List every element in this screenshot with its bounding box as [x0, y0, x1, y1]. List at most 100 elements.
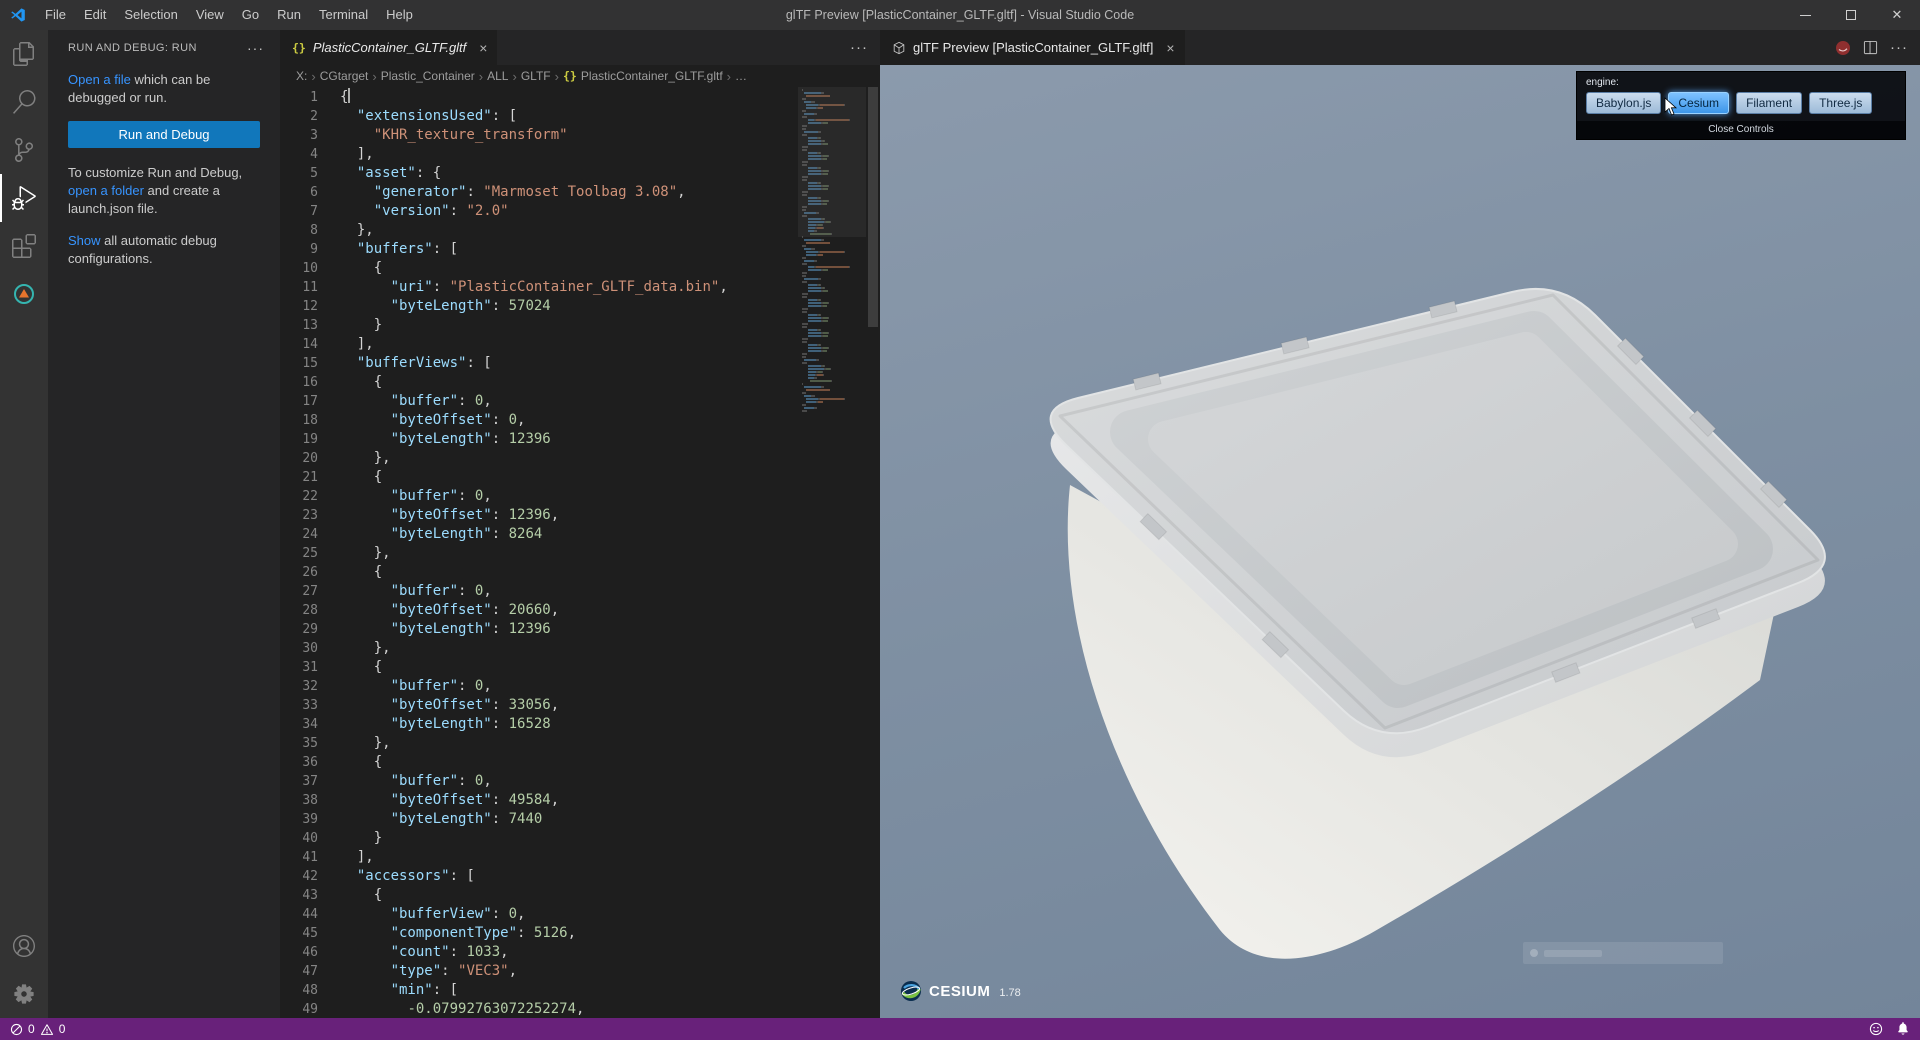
- code-line[interactable]: 34 "byteLength": 16528: [280, 715, 798, 734]
- close-preview-tab-icon[interactable]: ×: [1166, 40, 1174, 56]
- line-number[interactable]: 20: [280, 449, 318, 468]
- code-line[interactable]: 39 "byteLength": 7440: [280, 810, 798, 829]
- code-line[interactable]: 44 "bufferView": 0,: [280, 905, 798, 924]
- code-line[interactable]: 18 "byteOffset": 0,: [280, 411, 798, 430]
- line-number[interactable]: 47: [280, 962, 318, 981]
- line-number[interactable]: 34: [280, 715, 318, 734]
- feedback-smiley-icon[interactable]: [1869, 1022, 1883, 1036]
- breadcrumb-item[interactable]: CGtarget: [320, 69, 369, 83]
- code-line[interactable]: 27 "buffer": 0,: [280, 582, 798, 601]
- close-controls-button[interactable]: Close Controls: [1577, 121, 1905, 139]
- breadcrumb-item[interactable]: ALL: [487, 69, 508, 83]
- code-line[interactable]: 41 ],: [280, 848, 798, 867]
- code-line[interactable]: 29 "byteLength": 12396: [280, 620, 798, 639]
- line-number[interactable]: 16: [280, 373, 318, 392]
- breadcrumb-item[interactable]: GLTF: [521, 69, 551, 83]
- code-line[interactable]: 31 {: [280, 658, 798, 677]
- code-line[interactable]: 8 },: [280, 221, 798, 240]
- menu-view[interactable]: View: [187, 0, 233, 30]
- split-editor-icon[interactable]: [1863, 40, 1878, 55]
- code-line[interactable]: 35 },: [280, 734, 798, 753]
- code-line[interactable]: 20 },: [280, 449, 798, 468]
- code-line[interactable]: 49 -0.07992763072252274,: [280, 1000, 798, 1018]
- line-number[interactable]: 40: [280, 829, 318, 848]
- line-number[interactable]: 35: [280, 734, 318, 753]
- code-line[interactable]: 15 "bufferViews": [: [280, 354, 798, 373]
- code-line[interactable]: 47 "type": "VEC3",: [280, 962, 798, 981]
- line-number[interactable]: 2: [280, 107, 318, 126]
- code-line[interactable]: 16 {: [280, 373, 798, 392]
- line-number[interactable]: 46: [280, 943, 318, 962]
- engine-button-babylonjs[interactable]: Babylon.js: [1586, 92, 1662, 114]
- code-line[interactable]: 19 "byteLength": 12396: [280, 430, 798, 449]
- line-number[interactable]: 15: [280, 354, 318, 373]
- engine-button-threejs[interactable]: Three.js: [1809, 92, 1873, 114]
- line-number[interactable]: 44: [280, 905, 318, 924]
- problems-status[interactable]: 0 0: [10, 1022, 65, 1036]
- source-control-icon[interactable]: [0, 126, 48, 174]
- code-line[interactable]: 42 "accessors": [: [280, 867, 798, 886]
- line-number[interactable]: 41: [280, 848, 318, 867]
- scrollbar-thumb[interactable]: [868, 87, 878, 327]
- close-tab-icon[interactable]: ×: [479, 40, 487, 56]
- code-line[interactable]: 30 },: [280, 639, 798, 658]
- code-line[interactable]: 4 ],: [280, 145, 798, 164]
- code-line[interactable]: 48 "min": [: [280, 981, 798, 1000]
- code-line[interactable]: 26 {: [280, 563, 798, 582]
- line-number[interactable]: 33: [280, 696, 318, 715]
- code-editor[interactable]: 1{2 "extensionsUsed": [3 "KHR_texture_tr…: [280, 87, 880, 1018]
- line-number[interactable]: 17: [280, 392, 318, 411]
- breadcrumb-item[interactable]: X:: [296, 69, 307, 83]
- line-number[interactable]: 31: [280, 658, 318, 677]
- line-number[interactable]: 26: [280, 563, 318, 582]
- line-number[interactable]: 45: [280, 924, 318, 943]
- menu-terminal[interactable]: Terminal: [310, 0, 377, 30]
- line-number[interactable]: 7: [280, 202, 318, 221]
- line-number[interactable]: 38: [280, 791, 318, 810]
- code-line[interactable]: 37 "buffer": 0,: [280, 772, 798, 791]
- menu-go[interactable]: Go: [233, 0, 268, 30]
- maximize-button[interactable]: [1828, 0, 1874, 30]
- line-number[interactable]: 6: [280, 183, 318, 202]
- minimap[interactable]: [798, 87, 866, 1018]
- explorer-icon[interactable]: [0, 30, 48, 78]
- line-number[interactable]: 5: [280, 164, 318, 183]
- code-line[interactable]: 6 "generator": "Marmoset Toolbag 3.08",: [280, 183, 798, 202]
- code-line[interactable]: 14 ],: [280, 335, 798, 354]
- code-line[interactable]: 40 }: [280, 829, 798, 848]
- more-actions-icon[interactable]: ···: [850, 39, 868, 56]
- engine-button-filament[interactable]: Filament: [1736, 92, 1803, 114]
- breadcrumb-item[interactable]: …: [735, 69, 747, 83]
- line-number[interactable]: 42: [280, 867, 318, 886]
- tab-gltf-preview[interactable]: glTF Preview [PlasticContainer_GLTF.gltf…: [880, 30, 1185, 65]
- line-number[interactable]: 48: [280, 981, 318, 1000]
- code-line[interactable]: 36 {: [280, 753, 798, 772]
- 3d-viewport[interactable]: engine: Babylon.js Cesium Filament Three.js…: [880, 65, 1920, 1018]
- line-number[interactable]: 27: [280, 582, 318, 601]
- code-line[interactable]: 3 "KHR_texture_transform": [280, 126, 798, 145]
- line-number[interactable]: 25: [280, 544, 318, 563]
- preview-more-actions-icon[interactable]: ···: [1890, 39, 1908, 56]
- account-icon[interactable]: [0, 922, 48, 970]
- breadcrumb-item[interactable]: {} PlasticContainer_GLTF.gltf: [563, 69, 723, 83]
- code-line[interactable]: 11 "uri": "PlasticContainer_GLTF_data.bi…: [280, 278, 798, 297]
- code-line[interactable]: 33 "byteOffset": 33056,: [280, 696, 798, 715]
- line-number[interactable]: 39: [280, 810, 318, 829]
- line-number[interactable]: 30: [280, 639, 318, 658]
- line-number[interactable]: 13: [280, 316, 318, 335]
- open-file-link[interactable]: Open a file: [68, 72, 131, 87]
- line-number[interactable]: 8: [280, 221, 318, 240]
- code-line[interactable]: 45 "componentType": 5126,: [280, 924, 798, 943]
- code-line[interactable]: 7 "version": "2.0": [280, 202, 798, 221]
- line-number[interactable]: 1: [280, 88, 318, 107]
- open-folder-link[interactable]: open a folder: [68, 183, 144, 198]
- line-number[interactable]: 14: [280, 335, 318, 354]
- line-number[interactable]: 29: [280, 620, 318, 639]
- gltf-tools-icon[interactable]: [0, 270, 48, 318]
- menu-help[interactable]: Help: [377, 0, 422, 30]
- line-number[interactable]: 28: [280, 601, 318, 620]
- line-number[interactable]: 9: [280, 240, 318, 259]
- code-content[interactable]: 1{2 "extensionsUsed": [3 "KHR_texture_tr…: [280, 87, 798, 1018]
- menu-file[interactable]: File: [36, 0, 75, 30]
- code-line[interactable]: 1{: [280, 88, 798, 107]
